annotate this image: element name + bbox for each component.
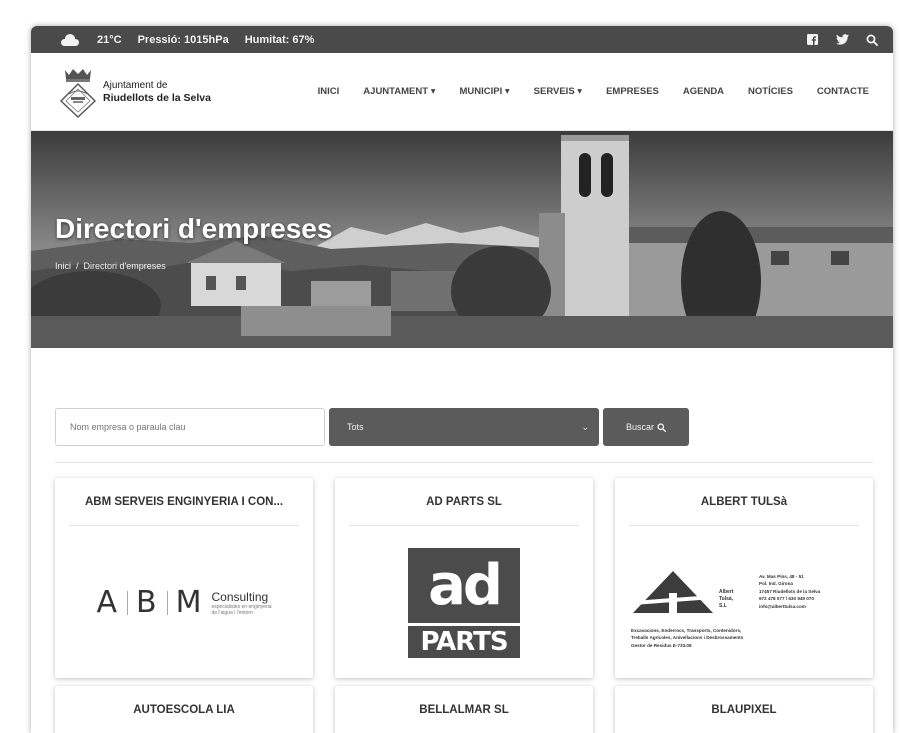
logo-tagline: de l'aigua i l'entorn bbox=[211, 609, 253, 616]
logo-divider bbox=[127, 590, 128, 615]
adparts-logo: ad PARTS bbox=[408, 547, 520, 658]
company-logo: Albert Tulsà, S.L Av. Mas Pins, 48 - 51 … bbox=[615, 527, 873, 678]
nav-item-inici[interactable]: INICI bbox=[318, 86, 340, 97]
chevron-down-icon: ⌄ bbox=[581, 421, 589, 432]
humidity: Humitat: 67% bbox=[244, 33, 315, 46]
breadcrumb-current: Directori d'empreses bbox=[83, 261, 166, 271]
services-line: Excavacions, Enderrocs, Transports, Cont… bbox=[631, 627, 742, 633]
cloud-icon bbox=[59, 33, 81, 46]
logo-line-1: Ajuntament de bbox=[103, 79, 168, 91]
breadcrumb: Inici / Directori d'empreses bbox=[55, 261, 166, 271]
services-line: Treballs Agrícoles, Anivellacions i Desb… bbox=[631, 635, 744, 640]
coat-of-arms-icon bbox=[59, 68, 97, 118]
weather-info: 21°C Pressió: 1015hPa Humitat: 67% bbox=[59, 33, 315, 46]
chevron-down-icon: ▾ bbox=[577, 86, 583, 97]
twitter-icon[interactable] bbox=[835, 33, 849, 47]
albert-address: Av. Mas Pins, 48 - 51 Pol. Ind. Girona 1… bbox=[759, 573, 820, 611]
brand-line: Tulsà, bbox=[719, 595, 734, 602]
facebook-icon[interactable] bbox=[805, 33, 819, 47]
breadcrumb-separator: / bbox=[76, 261, 79, 271]
company-card[interactable]: ABM SERVEIS ENGINYERIA I CON... A B M Co… bbox=[55, 478, 313, 678]
pressure: Pressió: 1015hPa bbox=[137, 33, 229, 46]
company-name: BELLALMAR SL bbox=[349, 686, 579, 733]
divider bbox=[55, 462, 873, 463]
company-name: BLAUPIXEL bbox=[629, 686, 859, 733]
site-header: Ajuntament de Riudellots de la Selva INI… bbox=[31, 53, 893, 131]
browser-page: 21°C Pressió: 1015hPa Humitat: 67% Ajunt… bbox=[31, 26, 893, 733]
company-card[interactable]: ALBERT TULSà Albert Tulsà, S.L Av. Mas P… bbox=[615, 478, 873, 678]
logo-text: Ajuntament de Riudellots de la Selva bbox=[103, 80, 211, 104]
nav-item-agenda[interactable]: AGENDA bbox=[683, 86, 724, 97]
logo-parts: PARTS bbox=[408, 626, 520, 658]
company-logo: A B M Consulting especialistes en enginy… bbox=[55, 527, 313, 678]
logo-ad: ad bbox=[408, 547, 520, 624]
company-name: ABM SERVEIS ENGINYERIA I CON... bbox=[69, 478, 299, 526]
address-line: Av. Mas Pins, 48 - 51 bbox=[759, 573, 804, 579]
services-line: Gestor de Residus E-733.08 bbox=[631, 642, 692, 648]
company-card[interactable]: AUTOESCOLA LIA bbox=[55, 686, 313, 733]
nav-item-empreses[interactable]: EMPRESES bbox=[606, 86, 659, 97]
address-line: Pol. Ind. Girona bbox=[759, 581, 793, 586]
albert-brand: Albert Tulsà, S.L bbox=[719, 589, 733, 610]
hero-banner: Directori d'empreses Inici / Directori d… bbox=[31, 131, 893, 348]
nav-item-contacte[interactable]: CONTACTE bbox=[817, 86, 869, 97]
nav-item-ajuntament[interactable]: AJUNTAMENT ▾ bbox=[363, 86, 435, 97]
breadcrumb-home[interactable]: Inici bbox=[55, 261, 71, 271]
search-icon bbox=[657, 422, 666, 432]
nav-item-label: MUNICIPI bbox=[459, 86, 503, 97]
chevron-down-icon: ▾ bbox=[430, 86, 436, 97]
search-button[interactable]: Buscar bbox=[603, 408, 689, 446]
company-card[interactable]: AD PARTS SL ad PARTS bbox=[335, 478, 593, 678]
logo-letter: A bbox=[96, 585, 119, 620]
category-select[interactable]: Tots ⌄ bbox=[329, 408, 599, 446]
page-title: Directori d'empreses bbox=[55, 213, 333, 244]
company-name: ALBERT TULSà bbox=[629, 478, 859, 526]
company-card[interactable]: BLAUPIXEL bbox=[615, 686, 873, 733]
abm-logo: A B M Consulting especialistes en enginy… bbox=[96, 585, 271, 620]
temperature: 21°C bbox=[97, 33, 122, 46]
search-input[interactable] bbox=[55, 408, 325, 446]
logo-line-2: Riudellots de la Selva bbox=[103, 91, 211, 104]
nav-item-municipi[interactable]: MUNICIPI ▾ bbox=[459, 86, 509, 97]
nav-item-serveis[interactable]: SERVEIS ▾ bbox=[534, 86, 582, 97]
top-bar: 21°C Pressió: 1015hPa Humitat: 67% bbox=[31, 26, 893, 53]
site-logo[interactable]: Ajuntament de Riudellots de la Selva bbox=[59, 66, 259, 118]
company-logo: ad PARTS bbox=[335, 527, 593, 678]
search-bar: Tots ⌄ Buscar bbox=[55, 408, 689, 446]
triangle-logo-icon bbox=[633, 570, 713, 613]
logo-consulting: Consulting especialistes en enginyeria d… bbox=[211, 590, 271, 616]
chevron-down-icon: ▾ bbox=[504, 86, 510, 97]
address-line: 17457 Riudellots de la Selva bbox=[759, 588, 821, 594]
albert-tulsa-logo: Albert Tulsà, S.L Av. Mas Pins, 48 - 51 … bbox=[631, 553, 857, 653]
nav-item-noticies[interactable]: NOTÍCIES bbox=[748, 86, 793, 97]
search-button-label: Buscar bbox=[625, 422, 654, 432]
logo-divider bbox=[166, 590, 168, 615]
albert-services: Excavacions, Enderrocs, Transports, Cont… bbox=[631, 627, 743, 650]
logo-letter: B bbox=[136, 585, 159, 620]
social-links bbox=[805, 33, 879, 47]
category-selected: Tots bbox=[347, 422, 364, 432]
logo-letter: M bbox=[175, 585, 204, 620]
brand-line: Albert bbox=[719, 588, 734, 595]
company-card[interactable]: BELLALMAR SL bbox=[335, 686, 593, 733]
logo-word: Consulting bbox=[211, 589, 269, 604]
search-icon[interactable] bbox=[865, 33, 879, 47]
nav-item-label: SERVEIS bbox=[533, 86, 575, 97]
main-nav: INICI AJUNTAMENT ▾ MUNICIPI ▾ SERVEIS ▾ … bbox=[318, 86, 869, 97]
address-line: 972 478 077 / 630 949 070 bbox=[759, 596, 814, 601]
nav-item-label: AJUNTAMENT bbox=[363, 86, 429, 97]
address-line: info@alberttulsa.com bbox=[759, 603, 806, 609]
company-name: AUTOESCOLA LIA bbox=[69, 686, 299, 733]
company-name: AD PARTS SL bbox=[349, 478, 579, 526]
brand-line: S.L bbox=[719, 602, 727, 609]
